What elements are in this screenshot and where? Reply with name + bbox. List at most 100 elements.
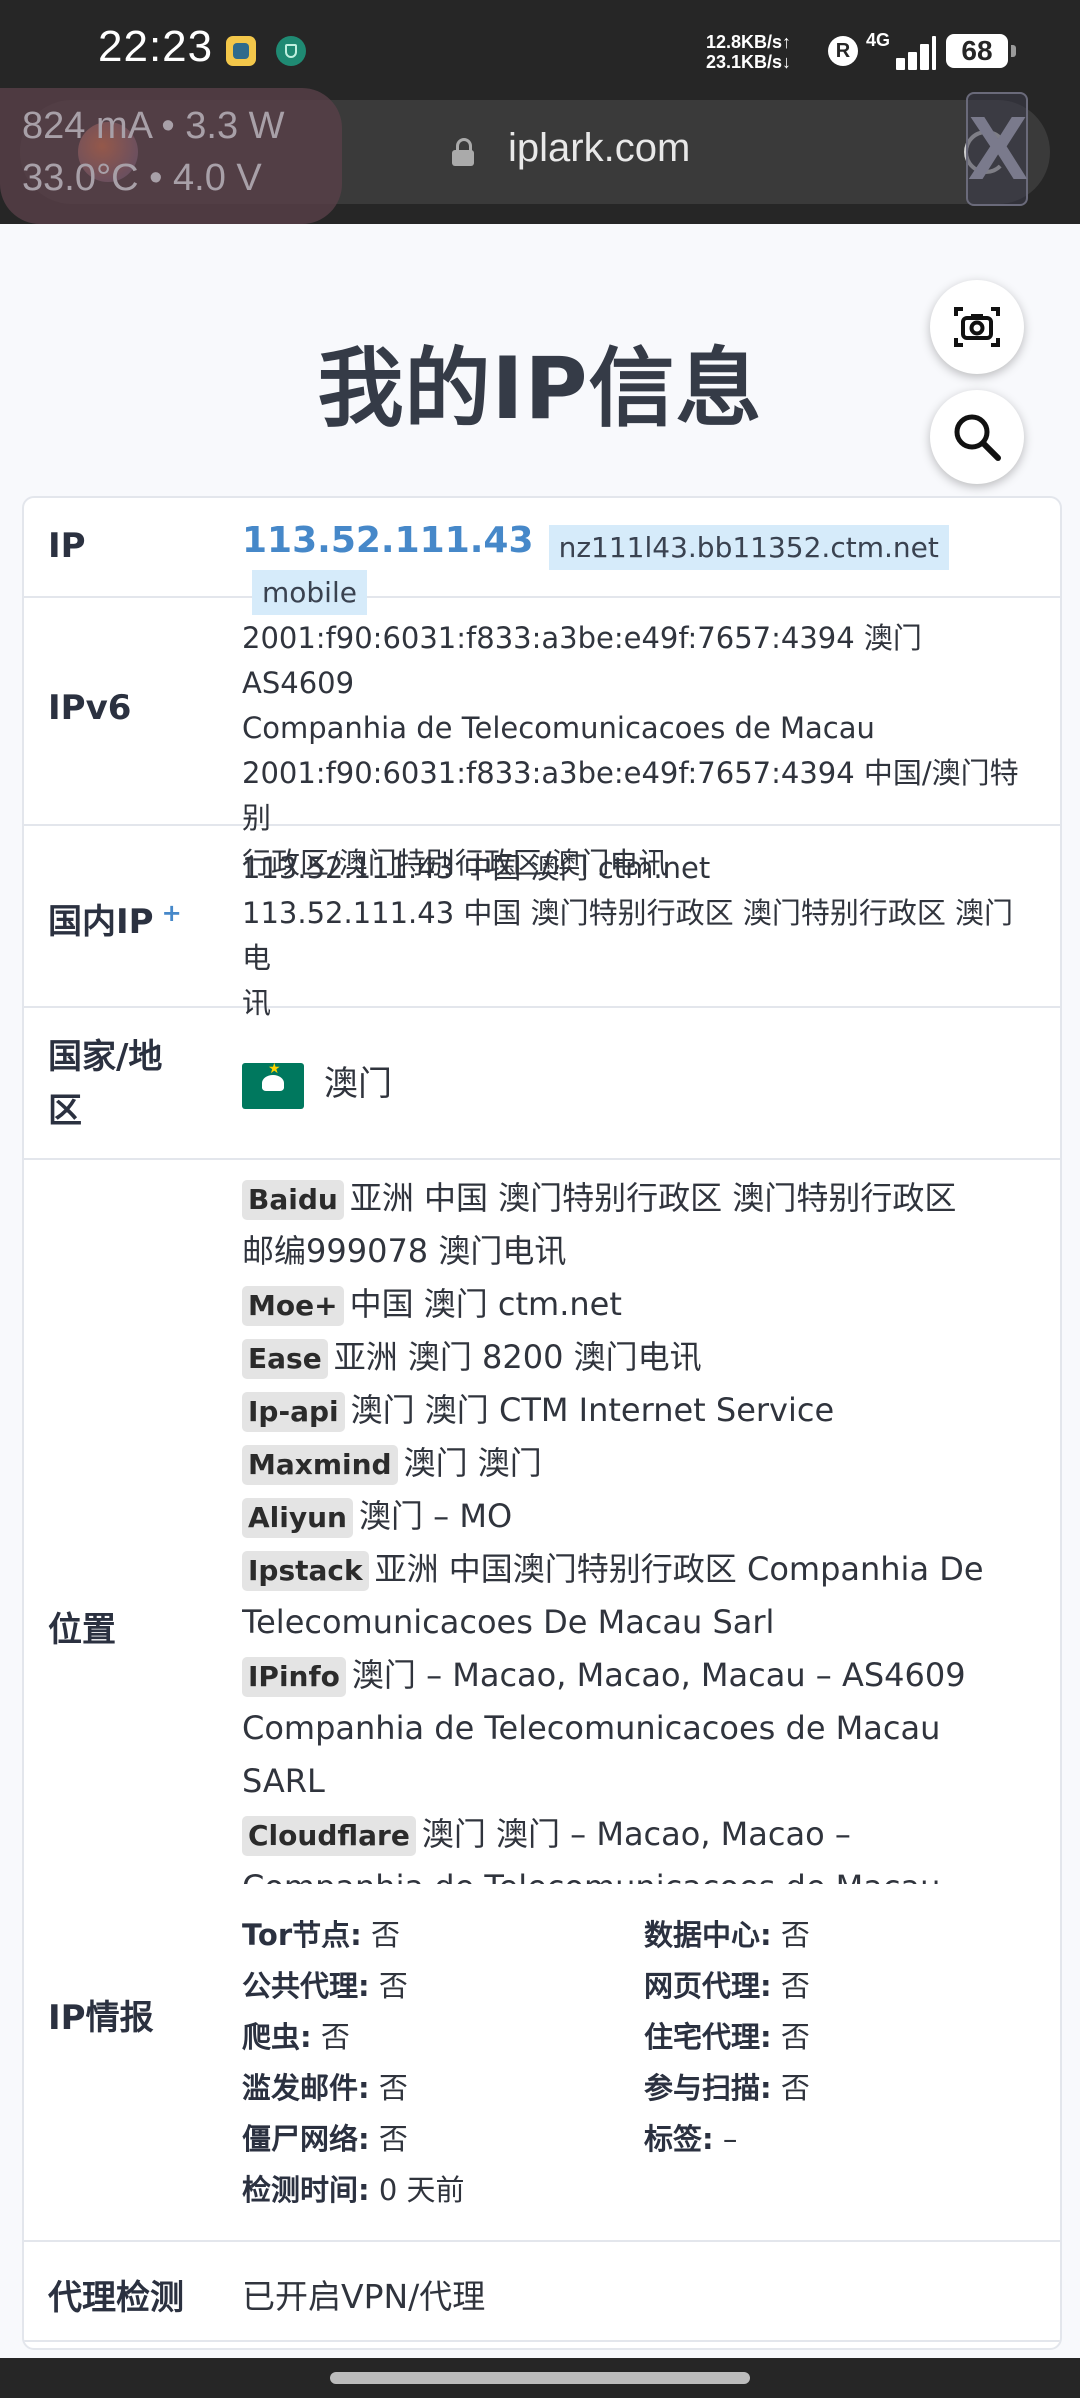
- power-monitor-overlay[interactable]: 824 mA • 3.3 W 33.0°C • 4.0 V: [0, 88, 342, 224]
- location-source-moe: Moe+ 中国 澳门 ctm.net: [242, 1278, 1030, 1331]
- intel-crawler: 爬虫: 否: [242, 2014, 350, 2056]
- intel-key: 公共代理:: [242, 1969, 370, 2003]
- status-bar: 22:23 12.8KB/s↑ 23.1KB/s↓ R 4G 68: [0, 0, 1080, 100]
- intel-datacenter: 数据中心: 否: [644, 1912, 810, 1954]
- intel-residential-proxy: 住宅代理: 否: [644, 2014, 810, 2056]
- location-source-ipinfo: IPinfo 澳门 – Macao, Macao, Macau – AS4609: [242, 1649, 1030, 1702]
- intel-tor: Tor节点: 否: [242, 1912, 400, 1954]
- net-up-speed: 12.8KB/s↑: [706, 32, 792, 52]
- source-text: 澳门 – MO: [358, 1497, 513, 1535]
- floating-x-icon[interactable]: X: [966, 92, 1028, 206]
- intel-tags: 标签: –: [644, 2116, 737, 2158]
- location-source-aliyun: Aliyun 澳门 – MO: [242, 1490, 1030, 1543]
- row-label-ipv6: IPv6: [48, 688, 132, 728]
- home-gesture-handle[interactable]: [330, 2372, 750, 2384]
- source-badge: Ease: [242, 1339, 328, 1379]
- power-line-current: 824 mA • 3.3 W: [22, 105, 285, 147]
- url-text[interactable]: iplark.com: [508, 126, 690, 171]
- intel-value: –: [722, 2122, 738, 2156]
- signal-icon: [876, 34, 936, 70]
- row-label-domestic: 国内IP +: [48, 894, 182, 943]
- source-text: 亚洲 中国澳门特别行政区 Companhia De: [374, 1550, 984, 1588]
- row-proxy-check: 代理检测 已开启VPN/代理: [24, 2240, 1060, 2342]
- battery-icon: 68: [946, 34, 1016, 68]
- row-country: 国家/地 区 澳门: [24, 1006, 1060, 1160]
- domestic-line: 113.52.111.43 中国 澳门特别行政区 澳门特别行政区 澳门电: [242, 896, 1014, 975]
- location-source-cont: Companhia de Telecomunicacoes de Macau: [242, 1709, 941, 1747]
- intel-value: 否: [370, 1918, 400, 1952]
- source-badge: Cloudflare: [242, 1816, 416, 1856]
- ip-address[interactable]: 113.52.111.43: [242, 520, 534, 561]
- row-label-intel: IP情报: [48, 1998, 154, 2038]
- source-badge: Ip-api: [242, 1392, 345, 1432]
- location-source-ease: Ease 亚洲 澳门 8200 澳门电讯: [242, 1331, 1030, 1384]
- row-ip: IP 113.52.111.43 nz111l43.bb11352.ctm.ne…: [24, 498, 1060, 615]
- location-source-ipapi: Ip-api 澳门 澳门 CTM Internet Service: [242, 1384, 1030, 1437]
- intel-public-proxy: 公共代理: 否: [242, 1963, 408, 2005]
- source-badge: IPinfo: [242, 1657, 346, 1697]
- row-ipv6: IPv6 2001:f90:6031:f833:a3be:e49f:7657:4…: [24, 596, 1060, 880]
- source-badge: Ipstack: [242, 1551, 369, 1591]
- source-text: 亚洲 澳门 8200 澳门电讯: [333, 1338, 702, 1376]
- intel-value: 否: [780, 2020, 810, 2054]
- ipv6-line: 2001:f90:6031:f833:a3be:e49f:7657:4394 澳…: [242, 621, 922, 700]
- intel-value: 否: [378, 2122, 408, 2156]
- roaming-icon: R: [828, 36, 858, 66]
- location-source-cont: SARL: [242, 1762, 325, 1800]
- location-source-cloudflare: Cloudflare 澳门 澳门 – Macao, Macao –: [242, 1808, 1030, 1861]
- lock-icon[interactable]: [452, 138, 474, 166]
- location-source-ipstack: Ipstack 亚洲 中国澳门特别行政区 Companhia De: [242, 1543, 1030, 1596]
- intel-key: 爬虫:: [242, 2020, 312, 2054]
- location-source-cont: Telecomunicacoes De Macau Sarl: [242, 1603, 775, 1641]
- location-source-baidu: Baidu 亚洲 中国 澳门特别行政区 澳门特别行政区: [242, 1172, 1030, 1225]
- search-button[interactable]: [930, 390, 1024, 484]
- intel-key: 标签:: [644, 2122, 714, 2156]
- source-badge: Baidu: [242, 1180, 344, 1220]
- status-time: 22:23: [98, 22, 214, 71]
- intel-value: 否: [780, 1918, 810, 1952]
- intel-key: 僵尸网络:: [242, 2122, 370, 2156]
- row-label-ip: IP: [48, 526, 86, 566]
- net-down-speed: 23.1KB/s↓: [706, 52, 792, 72]
- location-source-cont: Companhia de Telecomunicacoes de Macau: [242, 1861, 1030, 1884]
- ipv6-line: Companhia de Telecomunicacoes de Macau: [242, 711, 875, 745]
- intel-web-proxy: 网页代理: 否: [644, 1963, 810, 2005]
- camera-icon: [954, 307, 1000, 347]
- proxy-value: 已开启VPN/代理: [242, 2277, 486, 2316]
- source-badge: Aliyun: [242, 1498, 353, 1538]
- search-icon: [954, 414, 1001, 461]
- domestic-label-text: 国内IP: [48, 902, 154, 942]
- country-label-line: 国家/地: [48, 1037, 163, 1077]
- intel-spam: 滥发邮件: 否: [242, 2065, 408, 2107]
- intel-key: 网页代理:: [644, 1969, 772, 2003]
- source-text: 中国 澳门 ctm.net: [349, 1285, 622, 1323]
- intel-key: 数据中心:: [644, 1918, 772, 1952]
- macau-flag-icon: [242, 1061, 304, 1109]
- intel-key: 住宅代理:: [644, 2020, 772, 2054]
- intel-value: 0 天前: [378, 2173, 465, 2207]
- row-label-location: 位置: [48, 1610, 116, 1650]
- source-text: 澳门 澳门: [403, 1444, 542, 1482]
- source-badge: Moe+: [242, 1286, 344, 1326]
- intel-key: 参与扫描:: [644, 2071, 772, 2105]
- intel-key: 滥发邮件:: [242, 2071, 370, 2105]
- screenshot-button[interactable]: [930, 280, 1024, 374]
- row-domestic-ip: 国内IP + 113.52.111.43 中国 澳门 ctm.net 113.52…: [24, 824, 1060, 1020]
- power-line-temp: 33.0°C • 4.0 V: [22, 157, 262, 199]
- network-speed: 12.8KB/s↑ 23.1KB/s↓: [706, 32, 791, 72]
- hostname-tag: nz111l43.bb11352.ctm.net: [548, 525, 949, 570]
- ip-info-table: IP 113.52.111.43 nz111l43.bb11352.ctm.ne…: [22, 496, 1062, 2350]
- intel-value: 否: [780, 2071, 810, 2105]
- intel-key: 检测时间:: [242, 2173, 370, 2207]
- intel-botnet: 僵尸网络: 否: [242, 2116, 408, 2158]
- row-location: 位置 Baidu 亚洲 中国 澳门特别行政区 澳门特别行政区 邮编999078 澳…: [24, 1158, 1060, 1904]
- domestic-line: 113.52.111.43 中国 澳门 ctm.net: [242, 851, 711, 885]
- country-label-line: 区: [48, 1091, 82, 1131]
- notification-app-icon: [226, 36, 256, 66]
- country-value: 澳门: [242, 1056, 1030, 1109]
- intel-scanner: 参与扫描: 否: [644, 2065, 810, 2107]
- source-text: 澳门 澳门 – Macao, Macao –: [421, 1815, 851, 1853]
- location-list: Baidu 亚洲 中国 澳门特别行政区 澳门特别行政区 邮编999078 澳门电讯…: [242, 1172, 1030, 1884]
- vpn-shield-icon: [276, 36, 306, 66]
- expand-plus-icon[interactable]: +: [162, 899, 182, 927]
